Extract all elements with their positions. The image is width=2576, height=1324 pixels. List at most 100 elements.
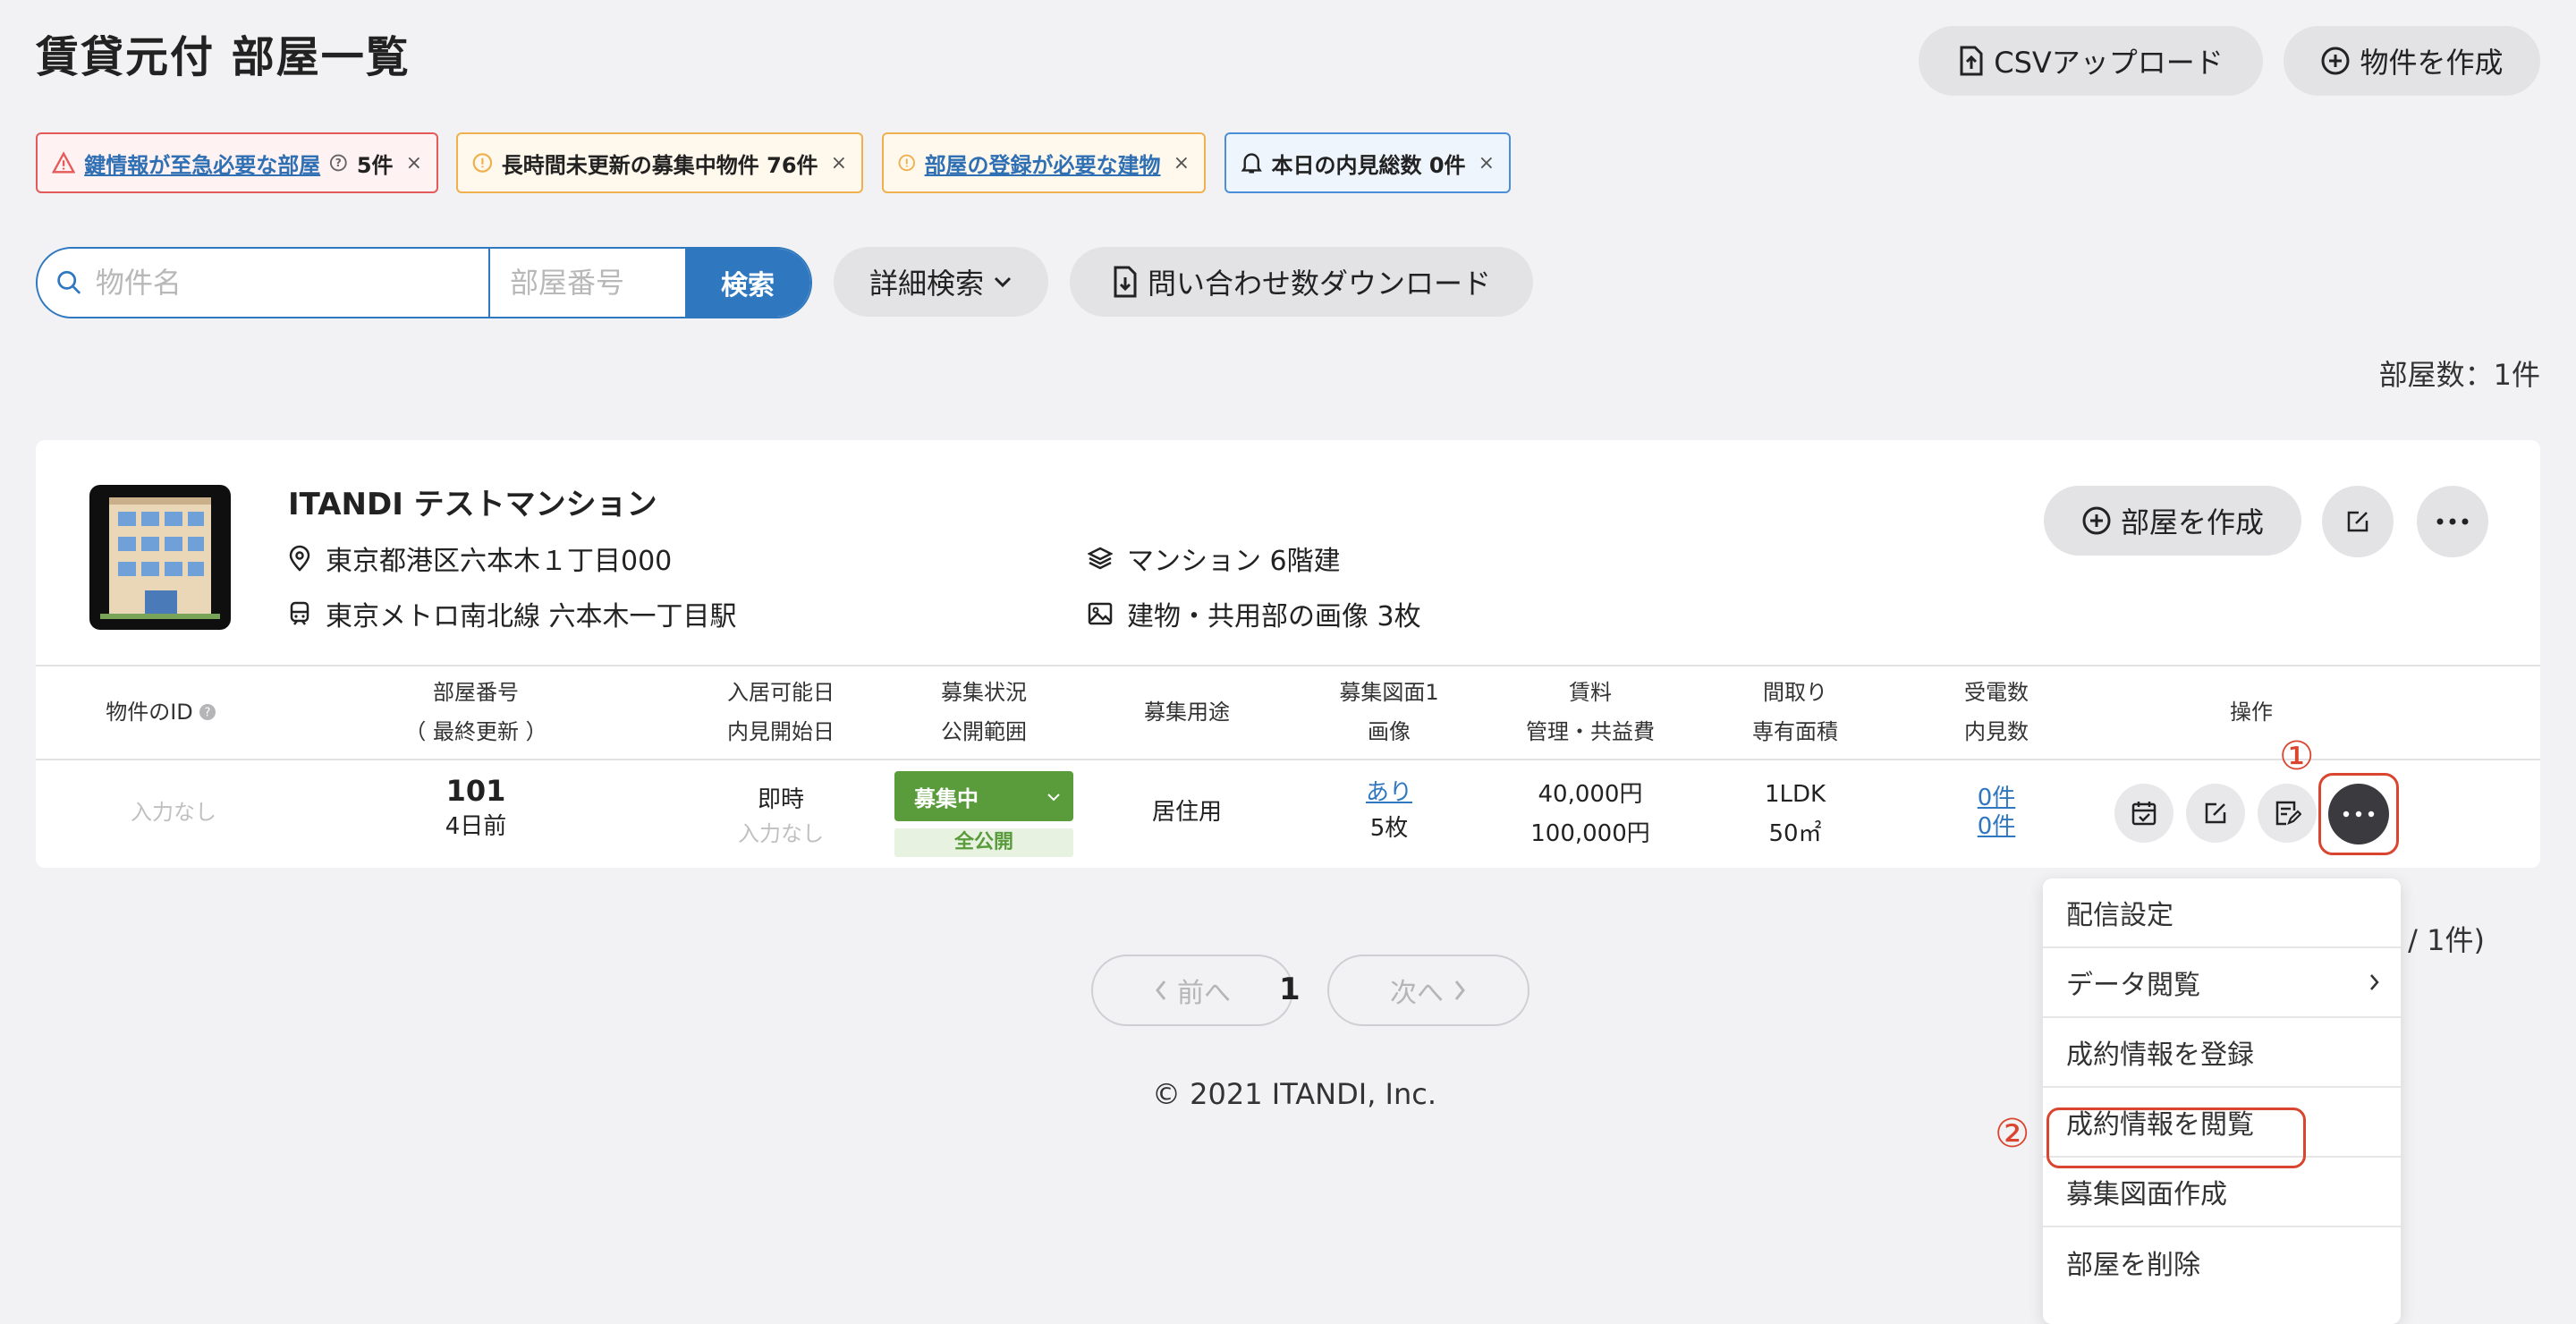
info-circle-icon (898, 154, 915, 172)
room-more-button[interactable] (2328, 784, 2389, 844)
alert-key-info-chip[interactable]: 鍵情報が至急必要な部屋 ? 5件 × (36, 132, 438, 193)
menu-item-label: データ閲覧 (2066, 970, 2200, 1001)
download-file-icon (1114, 266, 1137, 298)
room-actions-menu: 配信設定 データ閲覧 成約情報を登録 成約情報を閲覧 募集図面作成 部屋を削除 (2043, 878, 2401, 1324)
prev-page-label: 前へ (1177, 978, 1231, 1009)
room-number-field (490, 249, 685, 317)
drawing-link[interactable]: あり (1318, 775, 1461, 811)
next-page-button[interactable]: 次へ (1327, 955, 1530, 1026)
upload-file-icon (1960, 46, 1983, 76)
header-room-number-label: 部屋番号 (433, 680, 519, 705)
current-page: 1 (1279, 972, 1301, 1007)
header-drawing-label: 募集図面1 (1339, 680, 1439, 705)
alert-viewings-chip[interactable]: 本日の内見総数 0件 × (1224, 132, 1511, 193)
view-contract-highlight (2046, 1108, 2306, 1168)
calls-link[interactable]: 0件 (1925, 784, 2068, 812)
building-thumbnail (89, 485, 231, 630)
header-property-id-label: 物件のID (106, 700, 193, 725)
close-icon[interactable]: × (406, 152, 422, 174)
menu-item-delete-room[interactable]: 部屋を削除 (2043, 1227, 2401, 1297)
close-icon[interactable]: × (831, 152, 847, 174)
schedule-button[interactable] (2114, 784, 2174, 843)
calendar-check-icon (2131, 802, 2157, 826)
viewing-start-value: 入力なし (738, 821, 824, 846)
header-rent-label: 賃料 (1569, 680, 1612, 705)
address-text: 東京都港区六本木１丁目000 (326, 546, 673, 577)
header-drawing-sub: 画像 (1368, 719, 1411, 744)
property-name: ITANDI テストマンション (288, 487, 657, 522)
menu-item-label: 募集図面作成 (2066, 1179, 2227, 1210)
advanced-search-button[interactable]: 詳細検索 (834, 247, 1048, 317)
info-circle-icon (472, 153, 493, 173)
status-dropdown[interactable]: 募集中 (894, 771, 1073, 821)
property-name-input[interactable] (95, 266, 488, 300)
property-name-field (38, 249, 490, 317)
csv-upload-label: CSVアップロード (1994, 46, 2224, 80)
warning-triangle-icon (52, 151, 76, 174)
svg-text:?: ? (335, 157, 342, 169)
viewings-link[interactable]: 0件 (1925, 812, 2068, 841)
move-in-value: 即時 (757, 786, 804, 813)
room-count: 部屋数：1件 (2378, 358, 2540, 392)
header-calls-sub: 内見数 (1964, 719, 2029, 744)
create-property-button[interactable]: 物件を作成 (2284, 26, 2540, 96)
create-room-button[interactable]: 部屋を作成 (2044, 486, 2301, 556)
room-number-value[interactable]: 101 (386, 771, 565, 811)
photos-text: 建物・共用部の画像 3枚 (1127, 601, 1421, 632)
edit-room-button[interactable] (2186, 784, 2245, 843)
header-rent: 賃料 管理・共益費 (1501, 673, 1680, 751)
menu-item-data-view[interactable]: データ閲覧 (2043, 948, 2401, 1018)
alert-viewings-label: 本日の内見総数 0件 (1271, 152, 1466, 178)
room-number-input[interactable] (510, 266, 685, 300)
header-layout: 間取り 専有面積 (1724, 673, 1867, 751)
bell-icon (1241, 153, 1262, 174)
search-icon (57, 270, 81, 294)
images-count: 5枚 (1369, 815, 1409, 842)
alert-building-rooms-chip[interactable]: 部屋の登録が必要な建物 × (882, 132, 1206, 193)
cell-rent: 40,000円 100,000円 (1501, 775, 1680, 853)
prev-page-button[interactable]: 前へ (1091, 955, 1293, 1026)
alert-stale-listings-chip[interactable]: 長時間未更新の募集中物件 76件 × (456, 132, 863, 193)
next-page-label: 次へ (1390, 978, 1444, 1009)
building-image (100, 497, 220, 619)
plus-circle-icon (2321, 47, 2350, 75)
fee-value: 100,000円 (1530, 820, 1650, 847)
more-horizontal-icon (2436, 518, 2469, 525)
csv-upload-button[interactable]: CSVアップロード (1919, 26, 2263, 96)
chevron-down-icon (1047, 794, 1060, 802)
station-text: 東京メトロ南北線 六本木一丁目駅 (326, 601, 737, 632)
header-move-in-sub: 内見開始日 (727, 719, 835, 744)
header-calls: 受電数 内見数 (1925, 673, 2068, 751)
property-more-button[interactable] (2417, 486, 2488, 557)
header-usage: 募集用途 (1144, 700, 1230, 725)
header-room-number-sub: （ 最終更新 ） (404, 719, 547, 744)
room-updated: 4日前 (445, 813, 507, 840)
layers-icon (1088, 547, 1113, 570)
cell-layout: 1LDK 50㎡ (1724, 775, 1867, 853)
location-pin-icon (289, 545, 310, 572)
note-edit-icon (2275, 801, 2301, 826)
menu-item-label: 配信設定 (2066, 900, 2174, 931)
help-circle-icon[interactable]: ? (199, 703, 216, 721)
train-icon (290, 601, 309, 625)
menu-item-distribution-settings[interactable]: 配信設定 (2043, 878, 2401, 948)
cell-calls: 0件 0件 (1925, 784, 2068, 841)
contract-note-button[interactable] (2258, 784, 2317, 843)
search-button[interactable]: 検索 (685, 249, 810, 317)
close-icon[interactable]: × (1479, 152, 1495, 174)
cell-move-in: 即時 入力なし (700, 782, 861, 850)
edit-property-button[interactable] (2322, 486, 2394, 557)
alert-stale-listings-label: 長時間未更新の募集中物件 76件 (501, 152, 818, 178)
alert-key-info-count: 5件 (356, 152, 394, 178)
download-inquiries-button[interactable]: 問い合わせ数ダウンロード (1070, 247, 1533, 317)
help-circle-icon[interactable]: ? (329, 153, 348, 173)
close-icon[interactable]: × (1174, 152, 1190, 174)
menu-item-register-contract[interactable]: 成約情報を登録 (2043, 1018, 2401, 1088)
building-type-text: マンション 6階建 (1127, 546, 1341, 577)
image-icon (1088, 602, 1113, 625)
alert-building-rooms-link[interactable]: 部屋の登録が必要な建物 (925, 148, 1161, 179)
header-drawing: 募集図面1 画像 (1318, 673, 1461, 751)
chevron-right-icon (2370, 974, 2379, 990)
create-room-label: 部屋を作成 (2120, 505, 2264, 539)
alert-key-info-link[interactable]: 鍵情報が至急必要な部屋 (84, 148, 320, 179)
